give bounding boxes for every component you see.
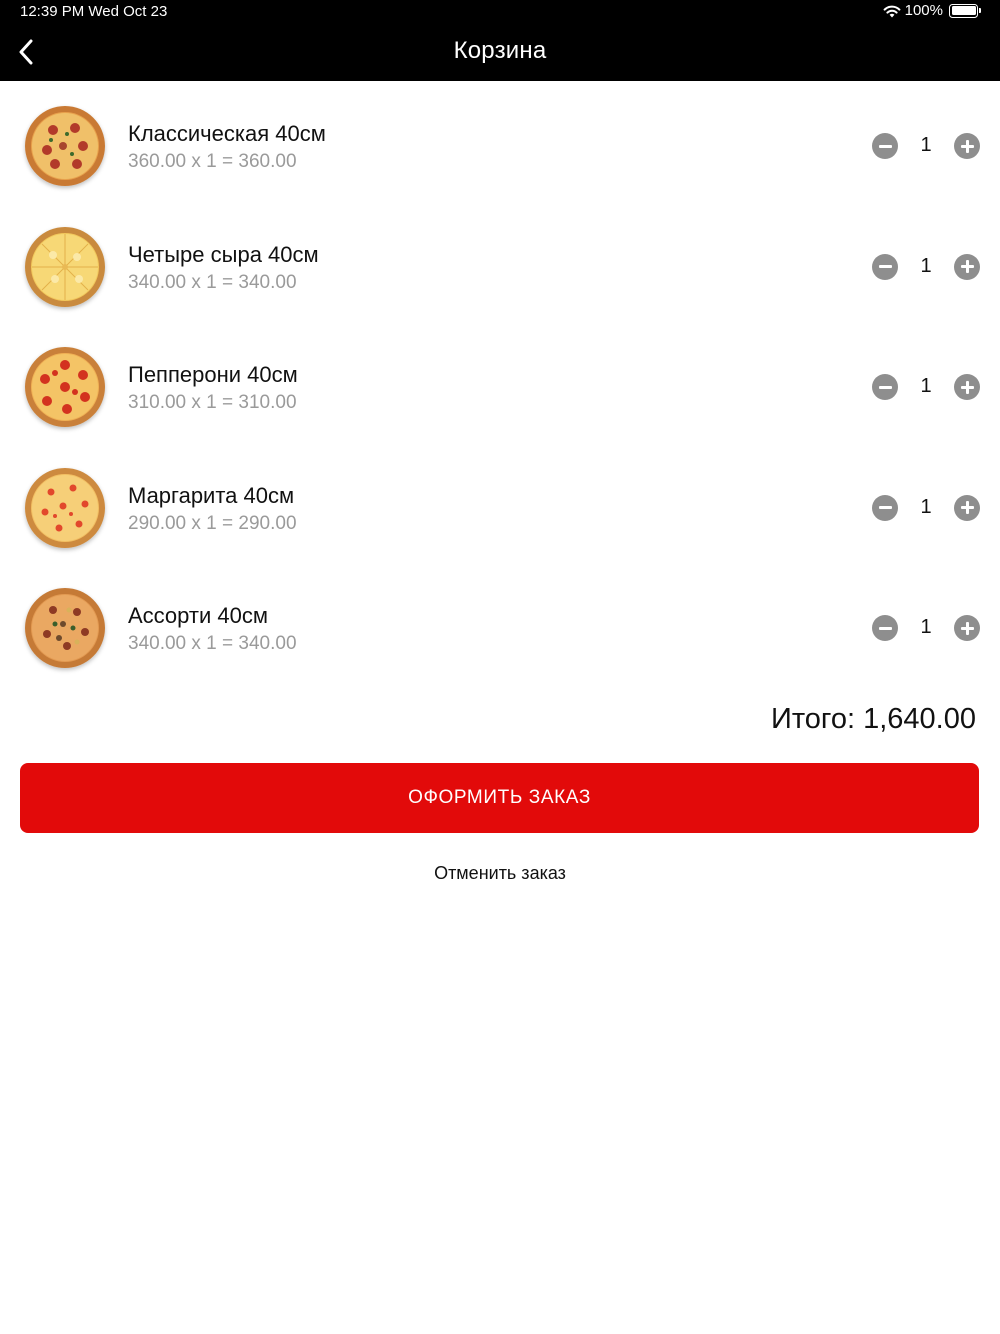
increase-quantity-button[interactable] bbox=[954, 253, 980, 280]
cancel-order-button[interactable]: Отменить заказ bbox=[0, 863, 1000, 884]
status-bar-indicators: 100% bbox=[883, 2, 981, 19]
battery-percent: 100% bbox=[904, 2, 943, 19]
item-name: Маргарита 40см bbox=[128, 482, 295, 508]
increase-quantity-button[interactable] bbox=[954, 374, 980, 401]
item-price-line: 310.00 x 1 = 310.00 bbox=[128, 392, 297, 414]
increase-quantity-button[interactable] bbox=[954, 494, 980, 521]
order-total: Итого: 1,640.00 bbox=[771, 703, 976, 735]
quantity-stepper: 1 bbox=[872, 132, 980, 160]
pizza-image-four-cheese bbox=[25, 226, 105, 307]
wifi-icon bbox=[883, 5, 901, 17]
cart-item: Пепперони 40см 310.00 x 1 = 310.00 1 bbox=[0, 322, 1000, 443]
quantity-stepper: 1 bbox=[872, 373, 980, 401]
item-price-line: 360.00 x 1 = 360.00 bbox=[128, 151, 297, 172]
pizza-image-margherita bbox=[25, 467, 105, 548]
quantity-stepper: 1 bbox=[872, 494, 980, 522]
cart-list: Классическая 40см 360.00 x 1 = 360.00 1 bbox=[0, 81, 1000, 684]
cart-item: Ассорти 40см 340.00 x 1 = 340.00 1 bbox=[0, 563, 1000, 684]
quantity-stepper: 1 bbox=[872, 253, 980, 281]
status-time: 12:39 PM bbox=[20, 3, 85, 20]
item-price-line: 340.00 x 1 = 340.00 bbox=[128, 271, 297, 293]
status-date: Wed Oct 23 bbox=[88, 3, 168, 20]
page-title: Корзина bbox=[453, 37, 547, 64]
status-bar-datetime: 12:39 PM Wed Oct 23 bbox=[20, 3, 167, 20]
item-name: Пепперони 40см bbox=[128, 362, 298, 388]
pizza-image-assorti bbox=[25, 588, 105, 669]
quantity-stepper: 1 bbox=[872, 614, 980, 642]
pizza-image-classic bbox=[25, 106, 105, 186]
cart-item: Маргарита 40см 290.00 x 1 = 290.00 1 bbox=[0, 443, 1000, 564]
item-name: Ассорти 40см bbox=[128, 603, 268, 629]
item-name: Классическая 40см bbox=[128, 121, 326, 146]
item-name: Четыре сыра 40см bbox=[128, 241, 319, 267]
item-price-line: 340.00 x 1 = 340.00 bbox=[128, 633, 297, 655]
item-price-line: 290.00 x 1 = 290.00 bbox=[128, 512, 297, 534]
battery-icon bbox=[949, 3, 981, 18]
pizza-image-pepperoni bbox=[25, 347, 105, 428]
cart-item: Четыре сыра 40см 340.00 x 1 = 340.00 1 bbox=[0, 202, 1000, 323]
checkout-button[interactable]: ОФОРМИТЬ ЗАКАЗ bbox=[20, 763, 979, 833]
header: 12:39 PM Wed Oct 23 100% Корзина bbox=[0, 0, 1000, 81]
cart-item: Классическая 40см 360.00 x 1 = 360.00 1 bbox=[0, 81, 1000, 202]
increase-quantity-button[interactable] bbox=[954, 133, 980, 159]
